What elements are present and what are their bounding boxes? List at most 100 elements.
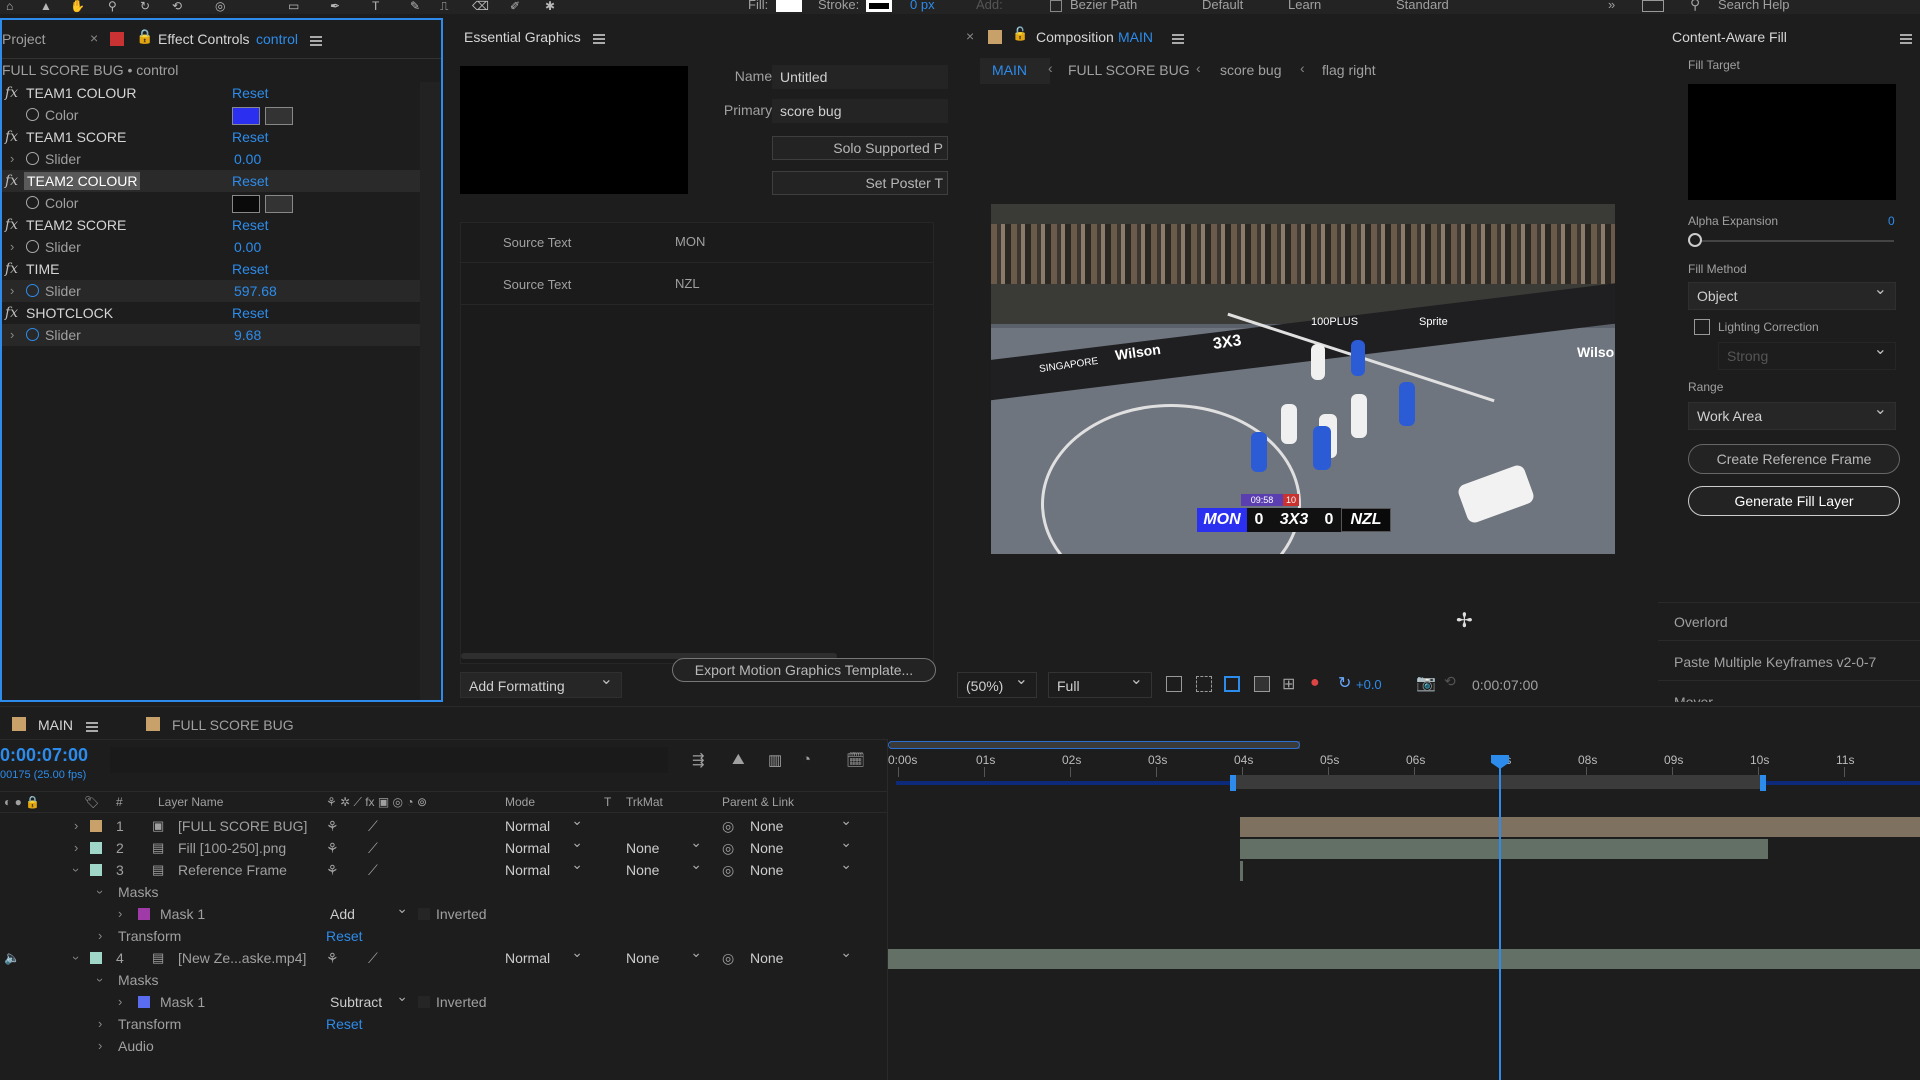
close-icon[interactable]: × [966, 28, 974, 44]
primary-comp-select[interactable]: score bug [772, 99, 948, 123]
property-item[interactable]: Source Text NZL [461, 263, 933, 305]
layer-bar[interactable] [888, 949, 1920, 969]
composition-frame[interactable]: Wilson 3X3 SINGAPORE 100PLUS Sprite Wils… [991, 204, 1615, 554]
name-input[interactable]: Untitled [772, 65, 948, 89]
channel-icon[interactable]: ● [1310, 674, 1320, 692]
solo-supported-button[interactable]: Solo Supported P [772, 136, 948, 160]
export-mogrt-button[interactable]: Export Motion Graphics Template... [672, 658, 936, 682]
zoom-dropdown[interactable]: (50%) [957, 667, 1037, 698]
workspace-overflow-icon[interactable]: » [1608, 0, 1615, 12]
expand-chevron-icon[interactable]: › [98, 925, 102, 947]
color-swatch[interactable] [232, 107, 260, 125]
panel-menu-icon[interactable] [310, 36, 322, 46]
transform-row[interactable]: › Transform Reset [0, 925, 888, 947]
expand-chevron-icon[interactable]: › [98, 1013, 102, 1035]
pen-tool-icon[interactable]: ✒ [330, 0, 344, 12]
layer-label-color[interactable] [90, 952, 102, 964]
shape-tool-icon[interactable]: ▭ [288, 0, 302, 12]
motion-blur-icon[interactable]: ◔ [802, 751, 811, 768]
shy-layers-icon[interactable]: ⛰ [732, 751, 745, 768]
fx-icon[interactable]: fx [5, 82, 18, 104]
reset-link[interactable]: Reset [232, 170, 269, 192]
trkmat-dropdown[interactable]: None [626, 855, 706, 879]
stopwatch-icon[interactable] [26, 108, 39, 121]
stopwatch-icon[interactable] [26, 196, 39, 209]
layer-name[interactable]: [FULL SCORE BUG] [178, 815, 307, 837]
quality-switch-icon[interactable]: ⟋ [368, 947, 378, 969]
reset-link[interactable]: Reset [232, 302, 269, 324]
effect-row[interactable]: fx SHOTCLOCK Reset [2, 302, 422, 324]
layer-name[interactable]: [New Ze...aske.mp4] [178, 947, 306, 969]
layer-label-color[interactable] [90, 820, 102, 832]
stopwatch-icon[interactable] [26, 152, 39, 165]
mask-name[interactable]: Mask 1 [160, 991, 205, 1013]
mask-mode-dropdown[interactable]: Subtract [330, 987, 412, 1011]
puppet-tool-icon[interactable]: ✱ [545, 0, 559, 12]
layer-bar[interactable] [1240, 817, 1920, 837]
show-snapshot-icon[interactable]: ⟲ [1444, 673, 1456, 690]
effect-row[interactable]: fx TIME Reset [2, 258, 422, 280]
workspace-standard[interactable]: Standard [1396, 0, 1449, 12]
tab-content-aware-fill[interactable]: Content-Aware Fill [1672, 29, 1787, 45]
tab-project[interactable]: Project [2, 31, 46, 47]
mask-mode-dropdown[interactable]: Add [330, 899, 412, 923]
mover-panel-tab[interactable]: Mover [1674, 694, 1713, 702]
panel-menu-icon[interactable] [593, 34, 605, 44]
tab-main[interactable]: MAIN [38, 717, 73, 733]
tab-effect-controls[interactable]: Effect Controls [158, 31, 250, 47]
resolution-dropdown[interactable]: Full [1048, 667, 1152, 698]
workspace-learn[interactable]: Learn [1288, 0, 1321, 12]
lighting-strength-dropdown[interactable]: Strong [1718, 337, 1896, 370]
breadcrumb-main[interactable]: MAIN [980, 58, 1050, 84]
expand-chevron-icon[interactable]: › [98, 1035, 102, 1057]
reset-link[interactable]: Reset [326, 925, 363, 947]
overlord-panel-tab[interactable]: Overlord [1674, 614, 1728, 630]
parent-dropdown[interactable]: None [750, 855, 856, 879]
layer-name[interactable]: Fill [100-250].png [178, 837, 286, 859]
alpha-slider-knob[interactable] [1688, 233, 1702, 247]
slider-value[interactable]: 0.00 [234, 236, 261, 258]
bezier-checkbox[interactable] [1050, 0, 1062, 12]
lock-icon[interactable]: 🔒 [136, 28, 153, 45]
hand-tool-icon[interactable]: ✋ [70, 0, 85, 12]
home-icon[interactable]: ⌂ [6, 0, 20, 12]
reset-link[interactable]: Reset [232, 82, 269, 104]
fx-icon[interactable]: fx [5, 302, 18, 324]
property-item[interactable]: Source Text MON [461, 223, 933, 263]
collapse-chevron-icon[interactable]: › [89, 890, 111, 894]
expand-chevron-icon[interactable]: › [10, 324, 14, 346]
effect-row[interactable]: fx TEAM1 SCORE Reset [2, 126, 422, 148]
mask-name[interactable]: Mask 1 [160, 903, 205, 925]
viewer-timecode[interactable]: 0:00:07:00 [1472, 677, 1538, 693]
work-area-end-handle[interactable] [1760, 775, 1766, 791]
set-poster-time-button[interactable]: Set Poster T [772, 171, 948, 195]
panel-menu-icon[interactable] [86, 722, 98, 732]
layer-row[interactable]: 🔈 › 4 ▤ [New Ze...aske.mp4] ⚘ ⟋ Normal N… [0, 943, 888, 969]
brush-tool-icon[interactable]: ✎ [410, 0, 424, 12]
camera-tool-icon[interactable]: ⟲ [172, 0, 186, 12]
mask-visibility-icon[interactable] [1224, 676, 1240, 692]
fill-swatch[interactable] [776, 0, 802, 12]
comp-flowchart-icon[interactable]: ⇶ [692, 751, 705, 769]
layer-search-input[interactable] [110, 747, 668, 773]
pan-behind-icon[interactable]: ◎ [215, 0, 229, 12]
sync-icon[interactable] [1642, 0, 1664, 12]
layer-row[interactable]: › 2 ▤ Fill [100-250].png ⚘ ⟋ Normal None… [0, 833, 888, 859]
work-area-start-handle[interactable] [1230, 775, 1236, 791]
collapse-chevron-icon[interactable]: › [65, 956, 87, 960]
snapshot-icon[interactable]: 📷 [1416, 673, 1436, 693]
time-navigator[interactable] [888, 741, 1300, 749]
expand-chevron-icon[interactable]: › [10, 280, 14, 302]
type-tool-icon[interactable]: T [372, 0, 386, 12]
frame-blending-icon[interactable]: ▥ [768, 751, 782, 769]
transform-row[interactable]: › Transform Reset [0, 1013, 888, 1035]
expand-chevron-icon[interactable]: › [118, 991, 122, 1013]
masks-group-row[interactable]: › Masks [0, 881, 888, 903]
collapse-switch-icon[interactable]: ⚘ [326, 837, 339, 859]
parent-pickwhip-icon[interactable]: ◎ [722, 837, 734, 859]
header-layer-name[interactable]: Layer Name [158, 792, 223, 812]
layer-name[interactable]: Reference Frame [178, 859, 287, 881]
eyedropper-icon[interactable] [265, 195, 293, 213]
fx-icon[interactable]: fx [5, 258, 18, 280]
scrollbar[interactable] [420, 82, 440, 700]
